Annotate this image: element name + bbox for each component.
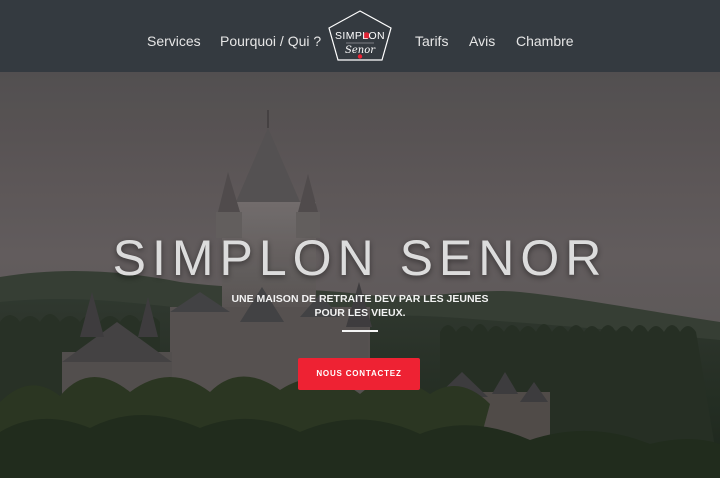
site-logo[interactable]: SIMPLON Senor — [326, 8, 394, 64]
hero-subtitle-line-1: UNE MAISON DE RETRAITE DEV PAR LES JEUNE… — [231, 293, 489, 305]
top-navbar: Services Pourquoi / Qui ? SIMPLON Senor … — [0, 0, 720, 72]
nav-link-pourquoi-qui[interactable]: Pourquoi / Qui ? — [220, 32, 321, 50]
hero-divider — [342, 330, 378, 332]
nav-link-avis[interactable]: Avis — [469, 32, 495, 50]
hero-section: SIMPLON SENOR UNE MAISON DE RETRAITE DEV… — [0, 72, 720, 478]
logo-wordmark-top: SIMPLON — [334, 30, 386, 42]
nav-link-services[interactable]: Services — [147, 32, 201, 50]
hero-title: SIMPLON SENOR — [112, 230, 608, 286]
hero-subtitle: UNE MAISON DE RETRAITE DEV PAR LES JEUNE… — [210, 292, 510, 320]
nav-link-chambre[interactable]: Chambre — [516, 32, 574, 50]
hero-subtitle-line-2: POUR LES VIEUX. — [314, 307, 406, 319]
logo-wordmark-bottom: Senor — [344, 45, 375, 56]
contact-us-button[interactable]: NOUS CONTACTEZ — [298, 358, 420, 390]
nav-link-tarifs[interactable]: Tarifs — [415, 32, 448, 50]
